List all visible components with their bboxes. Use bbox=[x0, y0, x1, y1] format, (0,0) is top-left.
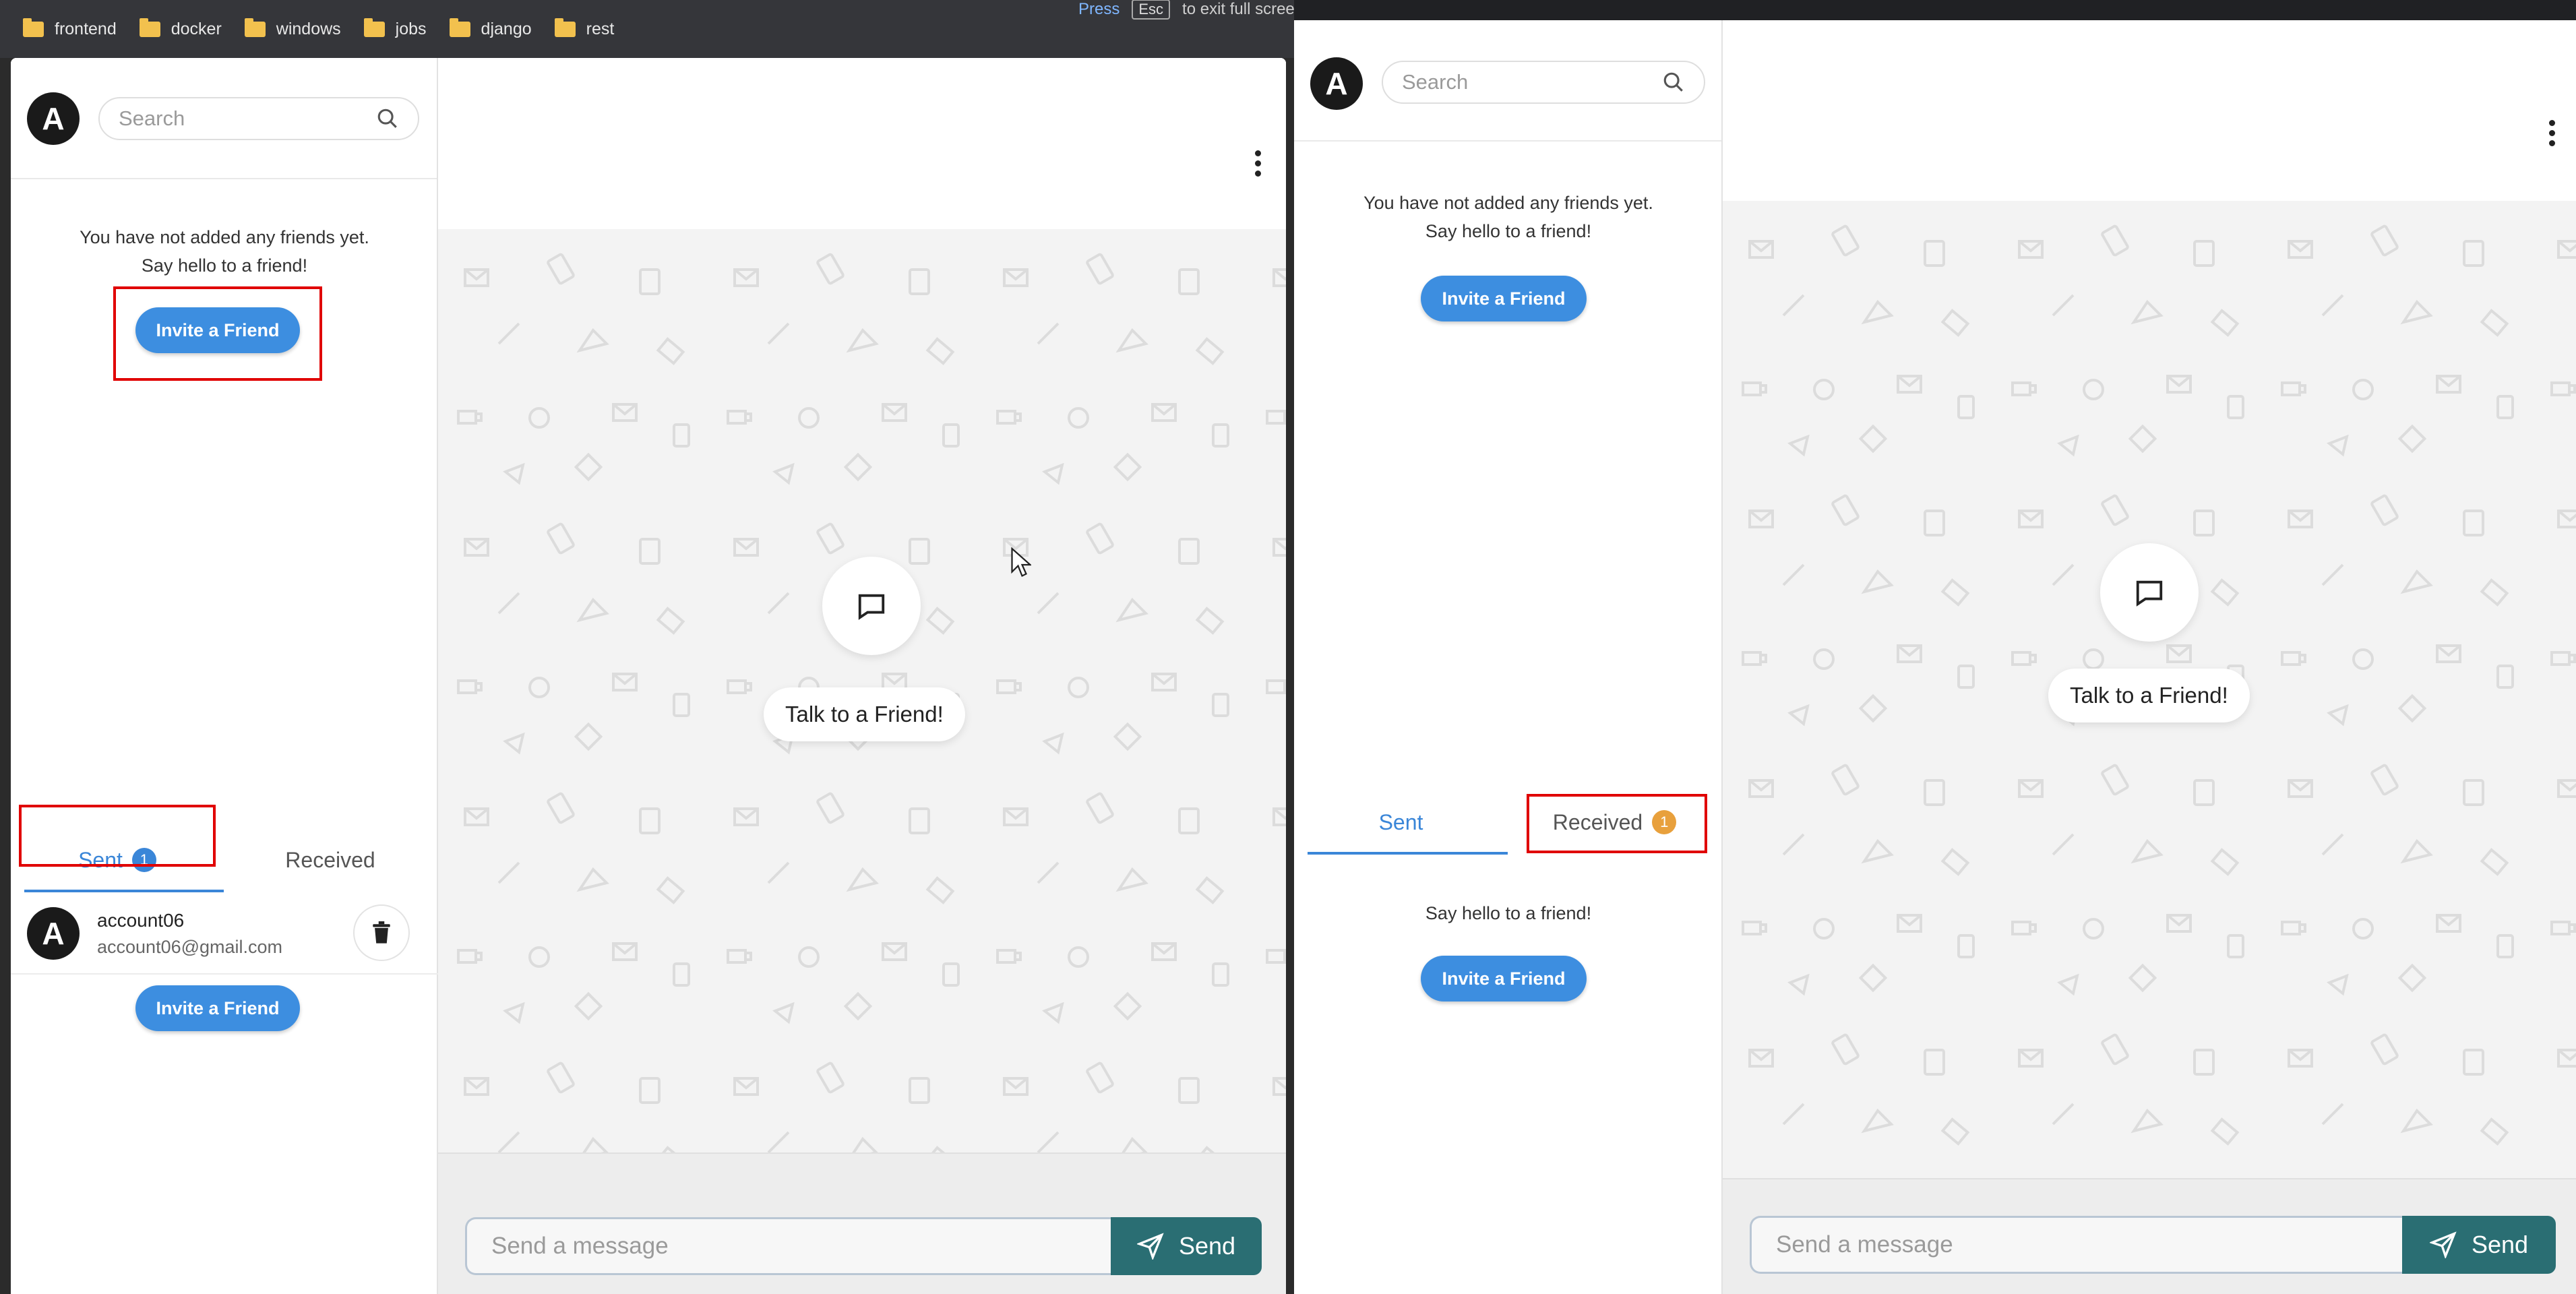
right-chat-app: A Search You have not added any friends … bbox=[1294, 20, 2576, 1294]
highlight-box bbox=[19, 805, 216, 867]
avatar: A bbox=[27, 907, 80, 960]
search-icon bbox=[377, 109, 397, 128]
chat-area: Talk to a Friend! Send a message Send bbox=[438, 58, 1286, 1294]
avatar[interactable]: A bbox=[27, 92, 80, 145]
friend-email: account06@gmail.com bbox=[97, 937, 283, 957]
bookmark-rest[interactable]: rest bbox=[554, 18, 614, 39]
search-input[interactable]: Search bbox=[98, 97, 419, 140]
friend-name: account06 bbox=[97, 910, 185, 931]
bookmark-jobs[interactable]: jobs bbox=[363, 18, 427, 39]
list-item[interactable]: A account06 account06@gmail.com bbox=[11, 891, 438, 975]
folder-icon bbox=[363, 18, 385, 37]
talk-to-friend-label: Talk to a Friend! bbox=[2048, 669, 2250, 722]
chat-header bbox=[438, 58, 1286, 229]
chat-bubble-button bbox=[822, 557, 921, 655]
tab-sent[interactable]: Sent bbox=[1294, 790, 1508, 855]
avatar[interactable]: A bbox=[1310, 57, 1363, 110]
highlight-box bbox=[113, 286, 322, 381]
message-input[interactable]: Send a message bbox=[465, 1217, 1111, 1275]
search-placeholder: Search bbox=[119, 106, 185, 130]
send-button[interactable]: Send bbox=[1111, 1217, 1262, 1275]
message-composer: Send a message Send bbox=[1723, 1178, 2576, 1294]
empty-friends-message: You have not added any friends yet. Say … bbox=[80, 227, 369, 276]
cursor-icon bbox=[1011, 547, 1031, 578]
invite-friend-button[interactable]: Invite a Friend bbox=[135, 985, 300, 1031]
left-chat-app: A Search You have not added any friends … bbox=[11, 58, 1286, 1294]
talk-to-friend-label: Talk to a Friend! bbox=[764, 687, 965, 741]
search-input[interactable]: Search bbox=[1382, 61, 1705, 104]
chat-bubble-button bbox=[2100, 543, 2199, 642]
message-input[interactable]: Send a message bbox=[1750, 1216, 2402, 1274]
send-icon bbox=[2429, 1231, 2457, 1258]
tab-received[interactable]: Received bbox=[224, 828, 437, 892]
folder-icon bbox=[244, 18, 266, 37]
delete-button[interactable] bbox=[353, 904, 410, 961]
empty-friends-message: You have not added any friends yet. Say … bbox=[1363, 193, 1653, 241]
folder-icon bbox=[449, 18, 470, 37]
send-icon bbox=[1136, 1233, 1164, 1260]
bookmark-docker[interactable]: docker bbox=[139, 18, 222, 39]
fullscreen-hint: Press Esc to exit full screen bbox=[1078, 0, 1304, 20]
sidebar: A Search You have not added any friends … bbox=[1294, 20, 1723, 1294]
folder-icon bbox=[554, 18, 576, 37]
invite-friend-button[interactable]: Invite a Friend bbox=[1421, 276, 1587, 321]
sidebar-header: A Search bbox=[11, 58, 437, 179]
chat-header bbox=[1723, 20, 2576, 201]
invite-friend-button[interactable]: Invite a Friend bbox=[1421, 956, 1587, 1002]
search-placeholder: Search bbox=[1402, 70, 1469, 94]
search-icon bbox=[1663, 72, 1683, 92]
send-button[interactable]: Send bbox=[2402, 1216, 2556, 1274]
chat-bubble-icon bbox=[2136, 580, 2163, 607]
sidebar: A Search You have not added any friends … bbox=[11, 58, 438, 1294]
folder-icon bbox=[23, 18, 44, 37]
bookmark-django[interactable]: django bbox=[449, 18, 532, 39]
more-options-icon[interactable] bbox=[2549, 120, 2557, 146]
highlight-box bbox=[1527, 794, 1707, 853]
trash-icon bbox=[373, 921, 390, 944]
chat-bubble-icon bbox=[858, 594, 885, 620]
browser-top-bar bbox=[1294, 0, 2576, 20]
message-composer: Send a message Send bbox=[438, 1152, 1286, 1294]
bookmark-frontend[interactable]: frontend bbox=[23, 18, 117, 39]
folder-icon bbox=[139, 18, 160, 37]
hello-message: Say hello to a friend! bbox=[1425, 903, 1592, 923]
sidebar-header: A Search bbox=[1294, 20, 1721, 142]
bookmark-windows[interactable]: windows bbox=[244, 18, 341, 39]
chat-area: Talk to a Friend! Send a message Send bbox=[1723, 20, 2576, 1294]
more-options-icon[interactable] bbox=[1255, 150, 1263, 177]
